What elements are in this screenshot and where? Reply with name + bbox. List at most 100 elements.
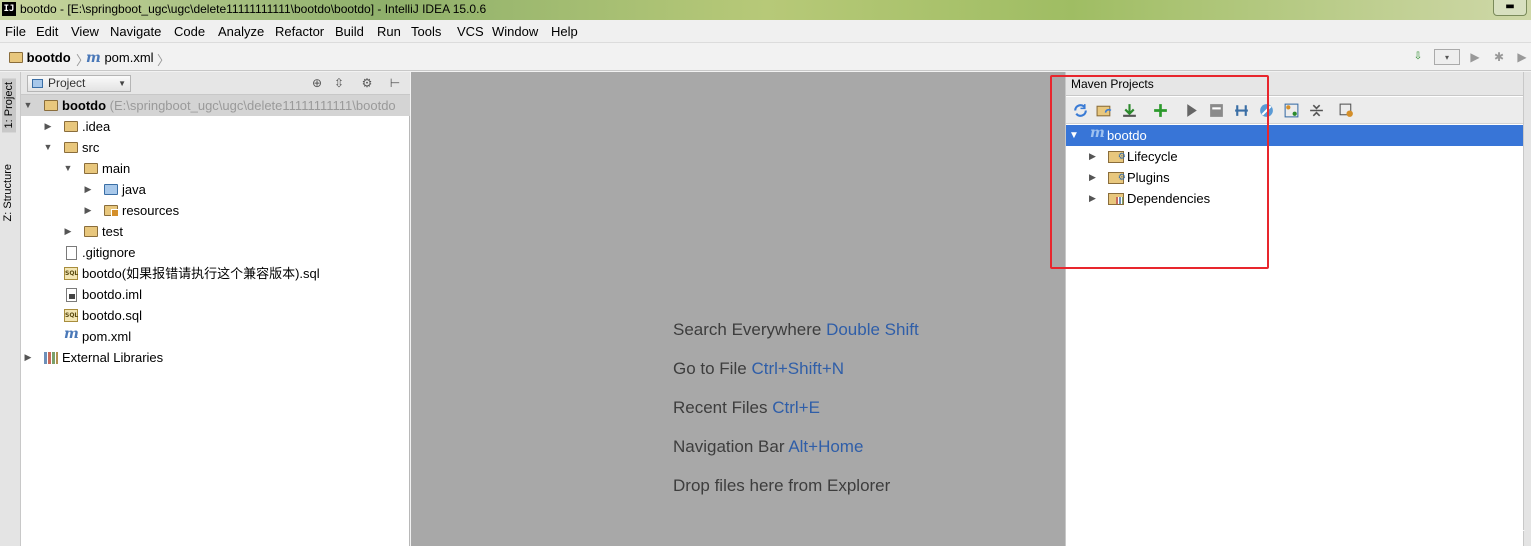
hide-panel-icon[interactable]: ⊢: [387, 75, 403, 91]
node-label: resources: [122, 203, 180, 218]
tree-node-main[interactable]: ▼ main: [21, 158, 410, 179]
gear-icon[interactable]: ⚙: [359, 75, 375, 91]
project-view-selector[interactable]: Project ▼: [27, 75, 131, 92]
window-title-bar: IJ bootdo - [E:\springboot_ugc\ugc\delet…: [0, 0, 1531, 20]
collapsed-arrow-icon: ▶: [24, 352, 32, 362]
debug-icon[interactable]: ✱: [1491, 49, 1507, 65]
hint-search-everywhere: Search Everywhere Double Shift: [673, 320, 919, 340]
collapsed-arrow-icon: ▶: [64, 226, 72, 236]
root-name: bootdo: [62, 98, 107, 113]
libraries-icon: [44, 352, 58, 364]
maven-settings-icon[interactable]: [1338, 102, 1355, 119]
resources-folder-icon: [104, 205, 119, 217]
node-label: .gitignore: [82, 245, 136, 260]
hint-shortcut: Ctrl+E: [772, 398, 820, 417]
project-view-icon: [32, 79, 43, 88]
collapsed-arrow-icon: ▶: [44, 121, 52, 131]
tree-node-iml[interactable]: bootdo.iml: [21, 284, 410, 305]
left-tool-stripe: 1: Project Z: Structure: [0, 72, 21, 546]
tree-node-src[interactable]: ▼ src: [21, 137, 410, 158]
folder-icon: [84, 226, 98, 237]
vcs-update-icon[interactable]: ⇩: [1410, 49, 1426, 65]
expanded-arrow-icon: ▼: [23, 100, 33, 110]
menu-vcs[interactable]: VCS: [457, 24, 484, 39]
tree-node-resources[interactable]: ▶ resources: [21, 200, 410, 221]
hint-text: Drop files here from Explorer: [673, 476, 891, 495]
node-label: src: [82, 140, 100, 155]
breadcrumb-separator-icon: 〉: [157, 53, 171, 68]
menu-refactor[interactable]: Refactor: [275, 24, 324, 39]
hint-text: Navigation Bar: [673, 437, 785, 456]
menu-view[interactable]: View: [71, 24, 99, 39]
tree-node-sql-cn[interactable]: SQL bootdo(如果报错请执行这个兼容版本).sql: [21, 263, 410, 284]
node-label: pom.xml: [82, 329, 132, 344]
tree-node-test[interactable]: ▶ test: [21, 221, 410, 242]
hint-navigation-bar: Navigation Bar Alt+Home: [673, 437, 863, 457]
tool-tab-project[interactable]: 1: Project: [2, 78, 16, 133]
hint-go-to-file: Go to File Ctrl+Shift+N: [673, 359, 844, 379]
breadcrumb-project-label: bootdo: [26, 50, 71, 65]
highlight-annotation-box: [1050, 75, 1269, 269]
root-path: (E:\springboot_ugc\ugc\delete11111111111…: [109, 98, 396, 113]
tree-node-external-libraries[interactable]: ▶ External Libraries: [21, 347, 410, 368]
tree-node-root[interactable]: ▼ bootdo (E:\springboot_ugc\ugc\delete11…: [21, 95, 410, 116]
coverage-icon[interactable]: ▶: [1514, 49, 1530, 65]
menu-tools[interactable]: Tools: [411, 24, 441, 39]
menu-file[interactable]: File: [5, 24, 26, 39]
breadcrumb-file-label: pom.xml: [104, 50, 154, 65]
node-label: main: [102, 161, 131, 176]
collapsed-arrow-icon: ▶: [84, 184, 92, 194]
collapsed-arrow-icon: ▶: [84, 205, 92, 215]
hint-shortcut: Ctrl+Shift+N: [751, 359, 845, 378]
sql-file-icon: SQL: [64, 309, 78, 322]
menu-analyze[interactable]: Analyze: [218, 24, 264, 39]
expanded-arrow-icon: ▼: [63, 163, 73, 173]
scroll-from-source-icon[interactable]: ⊕: [309, 75, 325, 91]
menu-build[interactable]: Build: [335, 24, 364, 39]
hint-recent-files: Recent Files Ctrl+E: [673, 398, 820, 418]
menu-window[interactable]: Window: [492, 24, 538, 39]
menu-help[interactable]: Help: [551, 24, 578, 39]
editor-empty-area[interactable]: Search Everywhere Double Shift Go to Fil…: [411, 72, 1065, 546]
node-label: bootdo(如果报错请执行这个兼容版本).sql: [82, 266, 320, 281]
sql-file-icon: SQL: [64, 267, 78, 280]
menu-navigate[interactable]: Navigate: [110, 24, 161, 39]
folder-icon: [64, 121, 78, 132]
collapse-all-icon[interactable]: [1308, 102, 1325, 119]
node-label: External Libraries: [62, 350, 164, 365]
node-label: bootdo.iml: [82, 287, 142, 302]
node-label: test: [102, 224, 123, 239]
hint-shortcut: Double Shift: [826, 320, 919, 339]
window-control-button[interactable]: ▬: [1493, 0, 1527, 16]
watermark: https://blog.csdn.net/qq_27327261: [1310, 518, 1525, 534]
hint-text: Search Everywhere: [673, 320, 822, 339]
tree-node-pom[interactable]: m pom.xml: [21, 326, 410, 347]
source-folder-icon: [104, 184, 118, 195]
hint-shortcut: Alt+Home: [788, 437, 864, 456]
menu-code[interactable]: Code: [174, 24, 205, 39]
right-tool-stripe: [1523, 72, 1531, 546]
node-label: java: [122, 182, 146, 197]
show-dependencies-icon[interactable]: [1283, 102, 1300, 119]
collapse-all-icon[interactable]: ⇳: [331, 75, 347, 91]
tree-node-gitignore[interactable]: .gitignore: [21, 242, 410, 263]
menu-edit[interactable]: Edit: [36, 24, 58, 39]
folder-icon: [64, 142, 78, 153]
node-label: bootdo.sql: [82, 308, 142, 323]
module-file-icon: [66, 288, 77, 302]
project-view-label: Project: [48, 76, 86, 90]
menu-run[interactable]: Run: [377, 24, 401, 39]
tree-node-java[interactable]: ▶ java: [21, 179, 410, 200]
run-config-dropdown[interactable]: ▾: [1434, 49, 1460, 65]
maven-file-icon: m: [64, 326, 79, 342]
breadcrumb-file[interactable]: m pom.xml: [86, 50, 154, 66]
breadcrumb-project[interactable]: bootdo: [9, 50, 71, 65]
run-icon[interactable]: ▶: [1467, 49, 1483, 65]
hint-drop-files: Drop files here from Explorer: [673, 476, 890, 496]
tree-node-sql[interactable]: SQL bootdo.sql: [21, 305, 410, 326]
expanded-arrow-icon: ▼: [43, 142, 53, 152]
tree-node-idea[interactable]: ▶ .idea: [21, 116, 410, 137]
tool-tab-structure[interactable]: Z: Structure: [2, 164, 14, 221]
intellij-logo-icon: IJ: [2, 2, 16, 16]
module-folder-icon: [44, 100, 58, 111]
